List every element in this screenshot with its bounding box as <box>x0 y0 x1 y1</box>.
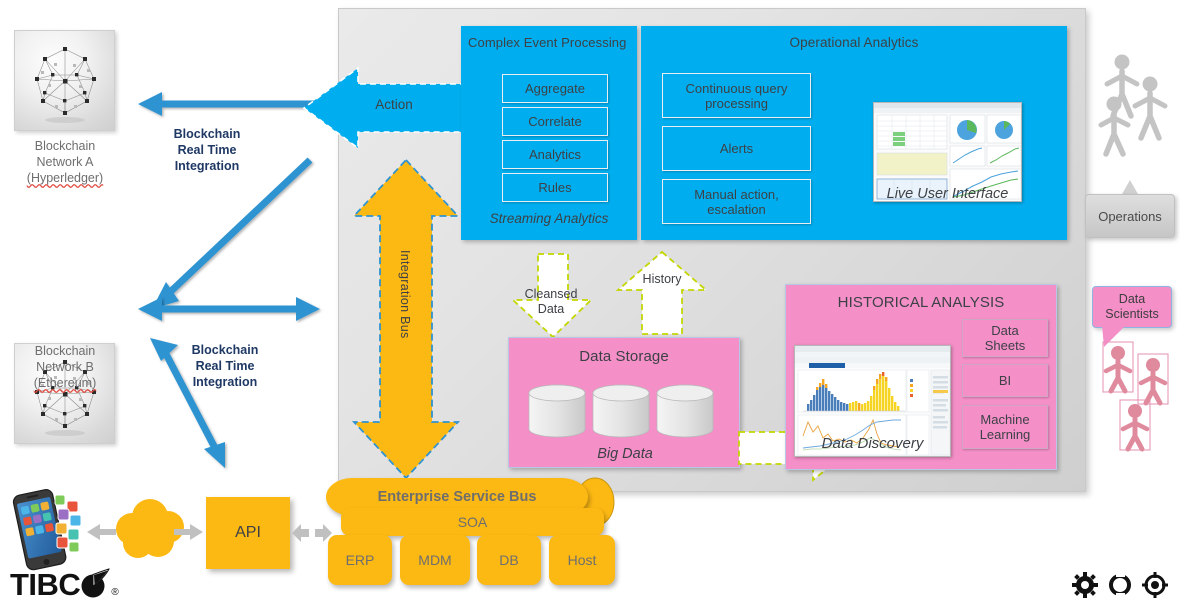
ha-item-1-label: BI <box>998 373 1012 388</box>
label-top-line2: Real Time <box>177 143 237 157</box>
registered-mark: ® <box>111 587 119 598</box>
network-b-line1: Blockchain <box>34 344 96 358</box>
data-scientists-line2: Scientists <box>1105 307 1159 321</box>
tibco-logo: TIBC ® <box>10 567 119 603</box>
label-bottom-line1: Blockchain <box>191 343 259 357</box>
edge-gray-arrows <box>87 524 203 540</box>
operations-people-icon <box>1098 54 1168 157</box>
oa-item-0-label: Continuous query processing <box>685 80 788 111</box>
data-scientists-people-icon <box>1102 341 1169 452</box>
system-erp[interactable]: ERP <box>328 535 392 585</box>
blockchain-network-a-caption: Blockchain Network A (Hyperledger) <box>0 138 130 186</box>
arrow-diagonal-to-network-b <box>152 157 313 309</box>
action-arrow-label: Action <box>375 97 413 112</box>
data-scientists-line1: Data <box>1118 292 1146 306</box>
system-db[interactable]: DB <box>477 535 541 585</box>
label-bottom-line3: Integration <box>192 375 258 389</box>
soa-label: SOA <box>457 514 488 530</box>
oa-item-continuous-query-processing[interactable]: Continuous query processing <box>662 73 811 118</box>
oa-item-2-label: Manual action, escalation <box>694 186 779 217</box>
blockchain-network-a-icon <box>14 30 115 131</box>
history-label: History <box>642 272 682 286</box>
soa-bar[interactable]: SOA <box>341 508 604 536</box>
historical-analysis-panel: HISTORICAL ANALYSIS Data Sheets BI Machi… <box>785 284 1057 470</box>
cep-item-aggregate[interactable]: Aggregate <box>502 74 608 103</box>
cep-item-rules[interactable]: Rules <box>502 173 608 202</box>
blockchain-integration-label-bottom: Blockchain Real Time Integration <box>160 342 290 390</box>
operational-analytics-panel: Operational Analytics Continuous query p… <box>641 26 1067 240</box>
cleansed-data-line2: Data <box>537 302 565 316</box>
ha-item-2-label: Machine Learning <box>979 412 1031 442</box>
ring-icon <box>1109 574 1131 596</box>
cleansed-data-label: Cleansed Data <box>505 287 597 317</box>
integration-bus-label: Integration Bus <box>398 250 412 339</box>
cep-caption: Streaming Analytics <box>489 211 609 226</box>
blockchain-integration-label-top: Blockchain Real Time Integration <box>142 126 272 174</box>
big-data-caption: Big Data <box>597 446 653 462</box>
cep-item-correlate[interactable]: Correlate <box>502 107 608 136</box>
cep-title: Complex Event Processing <box>468 35 627 50</box>
network-a-line2: Network A <box>36 155 94 169</box>
arrow-to-network-a <box>138 92 316 116</box>
history-arrow <box>615 250 709 335</box>
network-a-line3: (Hyperledger) <box>26 171 104 185</box>
data-scientists-callout[interactable]: Data Scientists <box>1092 286 1172 328</box>
network-a-line1: Blockchain <box>34 139 96 153</box>
gear-icon <box>1072 572 1098 598</box>
operations-label: Operations <box>1098 208 1162 224</box>
footer-icons <box>1072 572 1168 598</box>
mobile-device-icon <box>12 489 82 571</box>
blockchain-network-b-caption: Blockchain Network B (Ethereum) <box>0 343 130 391</box>
tibco-logo-text: TIBC <box>10 567 81 602</box>
data-storage-cylinders-icon <box>528 384 714 438</box>
system-host[interactable]: Host <box>549 535 615 585</box>
cleansed-data-line1: Cleansed <box>524 287 578 301</box>
data-storage-title: Data Storage <box>579 348 669 365</box>
data-storage-panel: Data Storage Big Data <box>508 337 740 468</box>
data-discovery-caption: Data Discovery <box>821 435 924 452</box>
live-user-interface-caption: Live User Interface <box>886 186 1009 202</box>
diagram-canvas: Blockchain Network A (Hyperledger) Block… <box>0 0 1180 605</box>
ha-item-machine-learning[interactable]: Machine Learning <box>962 405 1048 449</box>
ha-item-0-label: Data Sheets <box>984 323 1026 353</box>
oa-item-alerts[interactable]: Alerts <box>662 126 811 171</box>
ha-item-bi[interactable]: BI <box>962 364 1048 397</box>
complex-event-processing-panel: Complex Event Processing Aggregate Corre… <box>461 26 637 240</box>
oa-item-manual-action-escalation[interactable]: Manual action, escalation <box>662 179 811 224</box>
operations-callout[interactable]: Operations <box>1085 194 1175 238</box>
esb-label: Enterprise Service Bus <box>377 489 537 505</box>
label-top-line1: Blockchain <box>173 127 241 141</box>
oa-item-1-label: Alerts <box>719 141 754 156</box>
operational-analytics-title: Operational Analytics <box>789 35 919 50</box>
api-to-esb-arrow <box>292 524 332 542</box>
system-mdm[interactable]: MDM <box>400 535 470 585</box>
label-top-line3: Integration <box>174 159 240 173</box>
cep-item-analytics[interactable]: Analytics <box>502 140 608 169</box>
historical-analysis-title: HISTORICAL ANALYSIS <box>837 294 1005 311</box>
tibco-swoosh-icon <box>81 568 111 598</box>
blockchain-network-graph-icon <box>35 47 96 123</box>
ha-item-data-sheets[interactable]: Data Sheets <box>962 319 1048 357</box>
label-bottom-line2: Real Time <box>195 359 255 373</box>
api-box[interactable]: API <box>206 497 290 569</box>
network-b-line2: Network B <box>36 360 94 374</box>
target-icon <box>1142 572 1168 598</box>
network-b-line3: (Ethereum) <box>33 376 97 390</box>
